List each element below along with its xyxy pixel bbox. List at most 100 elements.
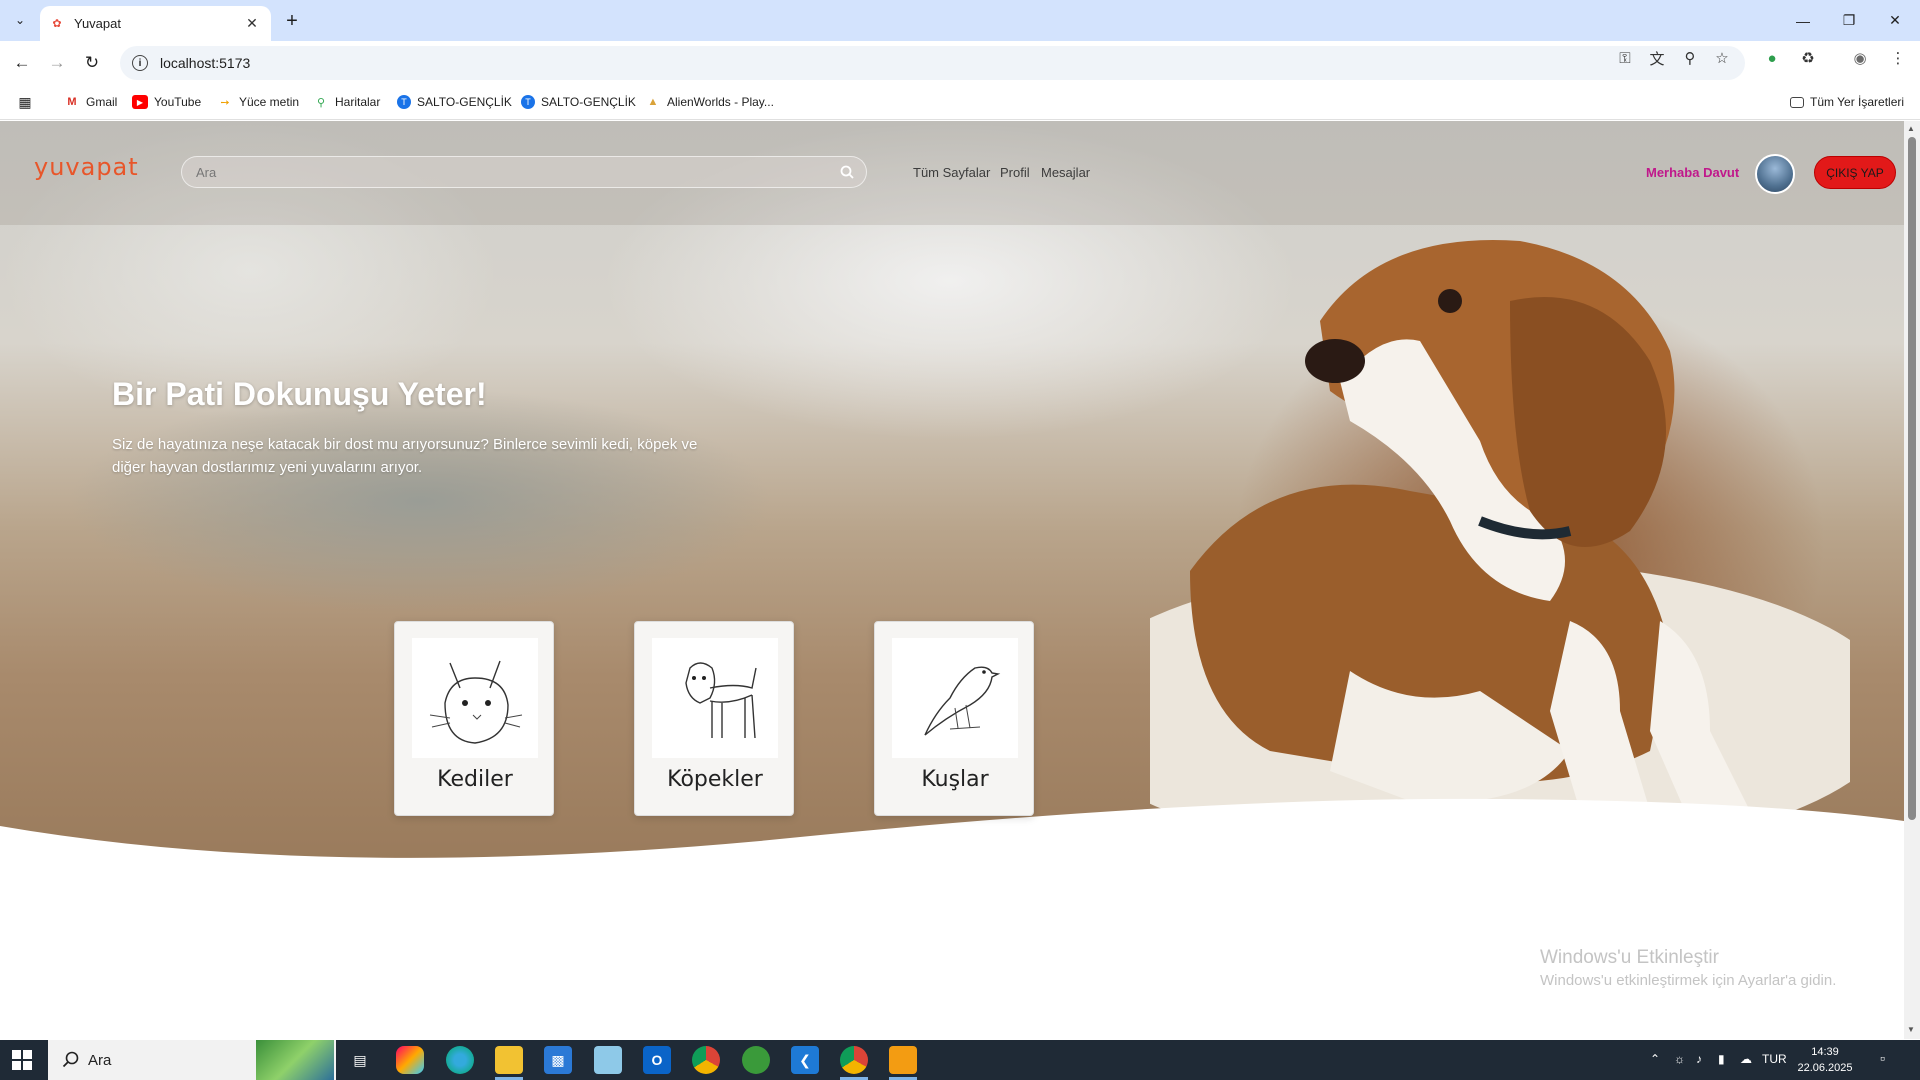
site-logo[interactable]: yuvapat [34,153,139,181]
browser-toolbar: ← → ↻ i localhost:5173 ⚿ 文 ⚲ ☆ ● ♻ ◉ ⋮ [0,41,1920,85]
windows-start-icon[interactable] [12,1050,32,1070]
bookmark-youtube[interactable]: ▶ YouTube [132,93,201,111]
browser-tab[interactable]: ✿ Yuvapat ✕ [40,6,271,41]
yuce-metin-icon: ➙ [220,96,230,109]
clock-date: 22.06.2025 [1797,1062,1853,1074]
file-explorer-icon[interactable] [495,1046,523,1074]
vscode-icon[interactable]: ❮ [791,1046,819,1074]
nav-profile[interactable]: Profil [1000,165,1030,180]
map-pin-icon: ⚲ [316,96,326,109]
task-view-icon[interactable]: ▤ [346,1046,374,1074]
scroll-down-arrow-icon[interactable]: ▼ [1907,1025,1915,1034]
category-label: Kuşlar [921,767,989,792]
bird-sketch-image [892,638,1018,758]
nav-all-pages[interactable]: Tüm Sayfalar [913,165,990,180]
address-bar[interactable]: i localhost:5173 [120,46,1745,80]
close-tab-icon[interactable]: ✕ [243,15,261,33]
chrome-icon[interactable] [840,1046,868,1074]
windows-activation-title: Windows'u Etkinleştir [1540,947,1719,968]
bookmark-yuce-metin[interactable]: ➙ Yüce metin [217,93,299,111]
windows-activation-subtitle: Windows'u etkinleştirmek için Ayarlar'a … [1540,972,1837,989]
folder-icon [1790,96,1804,108]
gmail-icon: M [67,96,77,108]
salto-icon: T [521,95,535,109]
system-clock[interactable]: 14:39 22.06.2025 [1790,1044,1860,1076]
onedrive-cloud-icon[interactable]: ☁ [1740,1052,1752,1066]
tab-title: Yuvapat [74,16,121,31]
search-icon[interactable] [840,165,854,179]
cat-sketch-image [412,638,538,758]
taskbar-search[interactable]: Ara [48,1040,336,1080]
site-info-icon[interactable]: i [132,55,148,71]
battery-icon[interactable]: ▮ [1718,1052,1725,1066]
alienworlds-icon: ▲ [647,96,659,108]
menu-dots-icon[interactable]: ⋮ [1888,48,1908,68]
notification-icon[interactable]: ▫ [1880,1050,1885,1066]
site-search-input[interactable]: Ara [181,156,867,188]
browser-tab-strip: ⌄ ✿ Yuvapat ✕ + — ❐ ✕ [0,0,1920,41]
category-card-birds[interactable]: Kuşlar [874,621,1034,816]
bookmark-salto-1[interactable]: T SALTO-GENÇLİK [397,93,512,111]
translate-icon[interactable]: 文 [1647,48,1667,68]
bookmark-salto-2[interactable]: T SALTO-GENÇLİK [521,93,636,111]
site-header: yuvapat Ara Tüm Sayfalar Profil Mesajlar… [0,121,1904,225]
reload-icon[interactable]: ↻ [80,51,104,75]
extensions-puzzle-icon[interactable]: ♻ [1798,48,1818,68]
copilot-icon[interactable] [396,1046,424,1074]
nav-messages[interactable]: Mesajlar [1041,165,1090,180]
category-card-cats[interactable]: Kediler [394,621,554,816]
all-bookmarks[interactable]: Tüm Yer İşaretleri [1790,93,1904,111]
user-greeting: Merhaba Davut [1646,165,1740,180]
hero-description: Siz de hayatınıza neşe katacak bir dost … [112,436,698,476]
youtube-icon: ▶ [132,95,148,109]
language-indicator[interactable]: TUR [1762,1052,1787,1066]
windows-taskbar: Ara ▤ ▩ O ❮ ⌃ ☼ ♪ ▮ ☁ TUR 14:39 22.06.20… [0,1040,1920,1080]
category-card-dogs[interactable]: Köpekler [634,621,794,816]
green-app-icon[interactable] [742,1046,770,1074]
logout-button[interactable]: ÇIKIŞ YAP [1814,156,1896,189]
tray-chevron-icon[interactable]: ⌃ [1650,1052,1660,1066]
search-icon [62,1051,79,1068]
extension-green-icon[interactable]: ● [1762,48,1782,68]
microsoft-store-icon[interactable]: ▩ [544,1046,572,1074]
notepad-icon[interactable] [594,1046,622,1074]
paw-favicon-icon: ✿ [52,18,62,30]
forward-arrow-icon[interactable]: → [45,51,69,75]
minimize-icon[interactable]: — [1780,0,1826,41]
outlook-icon[interactable]: O [643,1046,671,1074]
page-scrollbar[interactable]: ▲ ▼ [1904,121,1920,1039]
tab-search-chevron-icon[interactable]: ⌄ [6,8,34,32]
volume-icon[interactable]: ♪ [1696,1052,1702,1066]
category-label: Kediler [437,767,513,792]
restore-icon[interactable]: ❐ [1826,0,1872,41]
taskbar-search-placeholder: Ara [88,1051,112,1069]
edge-icon[interactable] [446,1046,474,1074]
dog-sketch-image [652,638,778,758]
new-tab-plus-icon[interactable]: + [280,9,304,33]
url-text: localhost:5173 [160,55,251,71]
bookmark-star-icon[interactable]: ☆ [1712,48,1732,68]
bookmarks-bar: ▦ M Gmail ▶ YouTube ➙ Yüce metin ⚲ Haritalar… [0,85,1920,120]
search-highlight-image [256,1040,334,1080]
user-avatar[interactable] [1755,154,1795,194]
hero-background: yuvapat Ara Tüm Sayfalar Profil Mesajlar… [0,121,1904,1039]
bookmark-haritalar[interactable]: ⚲ Haritalar [313,93,380,111]
window-close-icon[interactable]: ✕ [1872,0,1918,41]
scrollbar-thumb[interactable] [1908,137,1916,820]
page-viewport: yuvapat Ara Tüm Sayfalar Profil Mesajlar… [0,121,1904,1039]
orange-app-icon[interactable] [889,1046,917,1074]
bookmark-alienworlds[interactable]: ▲ AlienWorlds - Play... [645,93,774,111]
clock-time: 14:39 [1811,1046,1839,1058]
zoom-icon[interactable]: ⚲ [1680,48,1700,68]
password-key-icon[interactable]: ⚿ [1615,48,1635,68]
bookmark-gmail[interactable]: M Gmail [64,93,117,111]
search-placeholder: Ara [196,164,217,180]
salto-icon: T [397,95,411,109]
category-label: Köpekler [667,767,763,792]
network-icon[interactable]: ☼ [1674,1052,1685,1066]
profile-avatar-icon[interactable]: ◉ [1850,48,1870,68]
chrome-profile-icon[interactable] [692,1046,720,1074]
apps-grid-icon[interactable]: ▦ [17,93,39,111]
back-arrow-icon[interactable]: ← [10,51,34,75]
scroll-up-arrow-icon[interactable]: ▲ [1907,124,1915,133]
